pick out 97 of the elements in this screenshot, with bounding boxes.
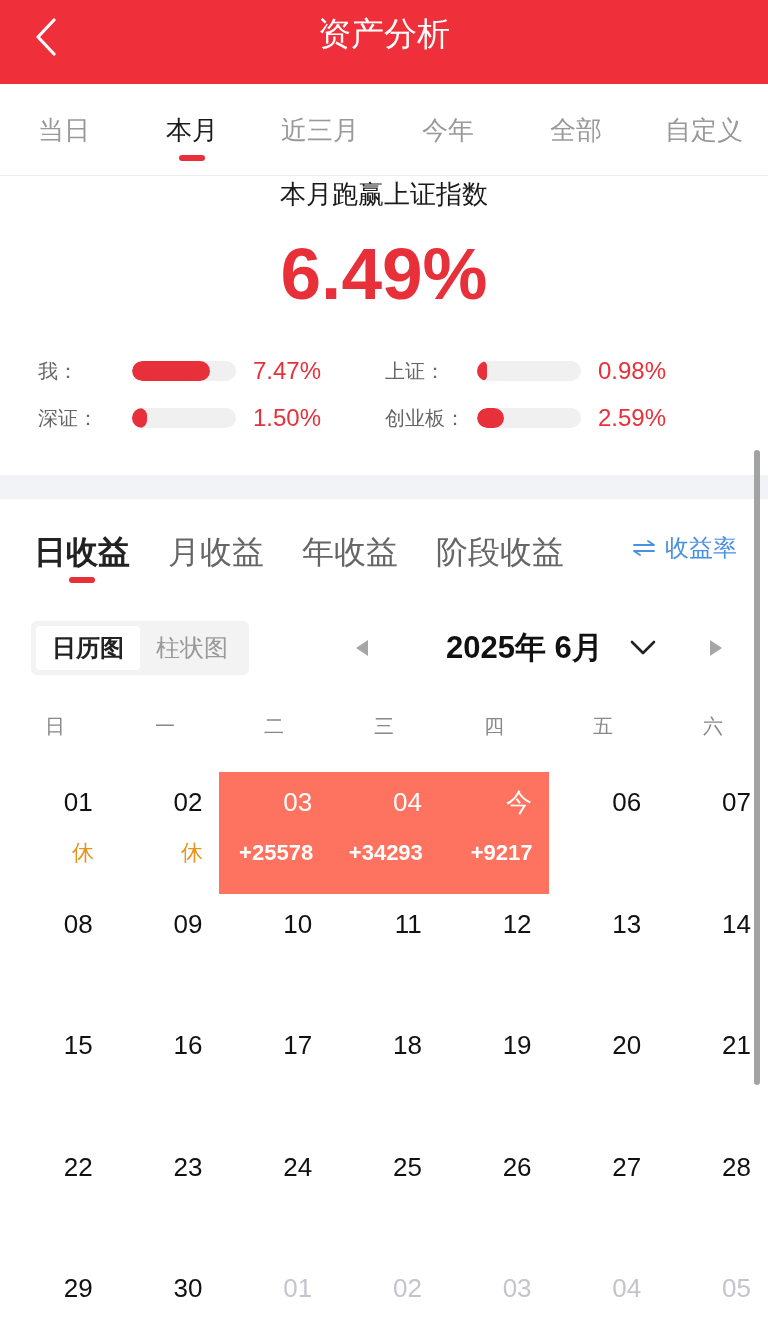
day-cell[interactable]: 20 — [548, 1015, 659, 1137]
day-cell[interactable]: 28 — [658, 1136, 768, 1258]
comparison-value: 1.50% — [253, 404, 322, 432]
day-number: 02 — [173, 786, 203, 818]
right-triangle-icon[interactable] — [708, 639, 723, 657]
day-number: 29 — [63, 1272, 93, 1304]
day-number: 13 — [612, 907, 642, 940]
day-cell[interactable]: 02 休 — [109, 772, 220, 894]
day-number: 19 — [502, 1029, 532, 1061]
summary-title: 本月跑赢上证指数 — [280, 178, 488, 211]
day-cell[interactable]: 01 休 — [0, 772, 110, 894]
day-number: 30 — [173, 1272, 203, 1304]
day-number: 17 — [283, 1029, 313, 1061]
day-number: 18 — [392, 1029, 422, 1061]
outperformance-value: 6.49% — [280, 232, 488, 316]
page-title: 资产分析 — [318, 14, 450, 54]
profit-tab[interactable]: 阶段收益 — [436, 499, 564, 589]
day-cell[interactable]: 23 — [109, 1136, 220, 1258]
day-note: +9217 — [470, 840, 533, 866]
day-cell[interactable]: 17 — [219, 1015, 330, 1137]
profit-tab[interactable]: 月收益 — [168, 499, 264, 589]
day-number: 22 — [63, 1150, 93, 1183]
chevron-down-icon[interactable] — [629, 640, 656, 656]
day-number: 20 — [612, 1029, 642, 1061]
weekday-label: 三 — [374, 714, 394, 739]
day-cell[interactable]: 13 — [548, 893, 659, 1015]
comparison-label: 我： — [38, 358, 79, 384]
day-note: +25578 — [239, 840, 314, 866]
day-number: 01 — [283, 1272, 313, 1304]
day-number: 07 — [722, 786, 751, 818]
left-triangle-icon[interactable] — [355, 639, 369, 657]
day-cell[interactable]: 21 — [658, 1015, 768, 1137]
day-number: 26 — [502, 1150, 532, 1183]
day-number: 今 — [505, 786, 532, 818]
view-toggle-option[interactable]: 日历图 — [36, 626, 140, 670]
day-cell[interactable]: 19 — [438, 1015, 549, 1137]
weekday-label: 六 — [703, 714, 724, 739]
day-number: 23 — [173, 1150, 203, 1183]
period-tab[interactable]: 本月 — [128, 84, 256, 175]
day-cell[interactable]: 16 — [109, 1015, 220, 1137]
day-number: 28 — [722, 1150, 751, 1183]
back-icon[interactable] — [35, 18, 57, 56]
weekday-label: 二 — [264, 714, 285, 739]
weekday-label: 五 — [593, 714, 614, 739]
day-note: 休 — [181, 840, 204, 866]
day-number: 09 — [173, 907, 203, 940]
day-cell[interactable]: 15 — [0, 1015, 110, 1137]
month-selector[interactable]: 2025年 6月 — [446, 627, 603, 669]
day-cell[interactable]: 12 — [438, 893, 549, 1015]
weekday-label: 一 — [154, 714, 175, 739]
day-number: 27 — [612, 1150, 642, 1183]
day-cell[interactable]: 14 — [658, 893, 768, 1015]
day-number: 14 — [722, 907, 751, 940]
day-number: 15 — [63, 1029, 93, 1061]
day-cell[interactable]: 09 — [109, 893, 220, 1015]
weekday-label: 日 — [44, 714, 65, 739]
day-cell[interactable]: 30 — [109, 1258, 220, 1304]
day-cell[interactable]: 18 — [329, 1015, 439, 1137]
day-number: 11 — [394, 907, 422, 940]
profit-tab[interactable]: 年收益 — [302, 499, 398, 589]
day-number: 05 — [722, 1272, 751, 1304]
day-cell[interactable]: 10 — [219, 893, 330, 1015]
day-number: 04 — [612, 1272, 642, 1304]
comparison-label: 创业板： — [385, 405, 466, 431]
day-number: 02 — [392, 1272, 422, 1304]
day-number: 08 — [63, 907, 93, 940]
day-number: 01 — [63, 786, 93, 818]
comparison-value: 2.59% — [598, 404, 667, 432]
comparison-value: 7.47% — [253, 357, 322, 385]
day-number: 12 — [502, 907, 532, 940]
day-cell[interactable]: 24 — [219, 1136, 330, 1258]
day-cell[interactable]: 11 — [329, 893, 439, 1015]
day-number: 03 — [283, 786, 313, 818]
weekday-label: 四 — [483, 714, 504, 739]
day-cell[interactable]: 27 — [548, 1136, 659, 1258]
day-note: 休 — [71, 840, 94, 866]
comparison-label: 上证： — [385, 358, 446, 384]
day-cell[interactable]: 06 — [548, 772, 659, 894]
day-number: 10 — [283, 907, 313, 940]
comparison-value: 0.98% — [598, 357, 667, 385]
day-cell[interactable]: 29 — [0, 1258, 110, 1304]
day-cell[interactable]: 22 — [0, 1136, 110, 1258]
day-number: 04 — [392, 786, 422, 818]
swap-arrows-icon — [633, 540, 655, 556]
day-number: 21 — [722, 1029, 751, 1061]
day-note: +34293 — [348, 840, 423, 866]
profit-tab[interactable]: 日收益 — [34, 499, 130, 589]
day-number: 16 — [173, 1029, 203, 1061]
day-cell[interactable]: 08 — [0, 893, 110, 1015]
day-number: 06 — [612, 786, 642, 818]
day-cell[interactable]: 07 — [658, 772, 768, 894]
day-number: 03 — [502, 1272, 532, 1304]
day-cell[interactable]: 26 — [438, 1136, 549, 1258]
day-number: 25 — [392, 1150, 422, 1183]
comparison-label: 深证： — [38, 405, 99, 431]
day-cell[interactable]: 25 — [329, 1136, 439, 1258]
day-number: 24 — [283, 1150, 313, 1183]
